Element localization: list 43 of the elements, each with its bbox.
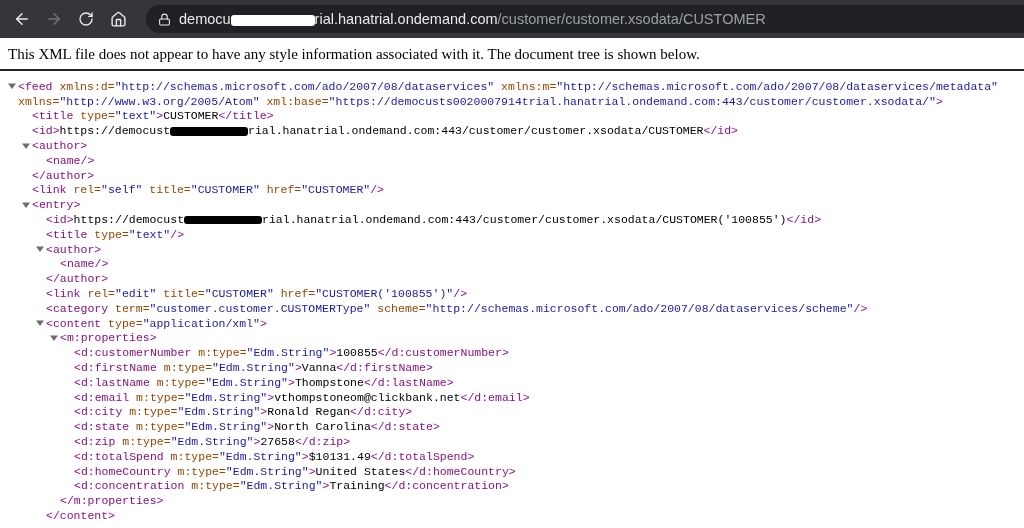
xml-line: <category term="customer.customer.CUSTOMERType" scheme="http://schemas.microsoft.com/ado/2007/08/dataservices/scheme"/> bbox=[46, 301, 868, 315]
expanded-triangle-icon[interactable] bbox=[36, 319, 44, 328]
xml-line: <d:lastName m:type="Edm.String">Thompstone</d:lastName> bbox=[74, 375, 454, 389]
xml-line: </content> bbox=[46, 509, 115, 522]
xml-line: <entry> bbox=[32, 198, 81, 212]
xml-line: <d:email m:type="Edm.String">vthompstoneom@clickbank.net</d:email> bbox=[74, 390, 530, 404]
xml-line: <content type="application/xml"> bbox=[46, 316, 267, 330]
house-icon bbox=[109, 10, 127, 28]
xml-line: xmlns="http://www.w3.org/2005/Atom" xml:base="https://democusts0020007914trial.hanatrial.ondemand.com:443/customer/customer.xsodata/"> bbox=[18, 94, 943, 108]
xml-line: <link rel="edit" title="CUSTOMER" href="CUSTOMER('100855')"/> bbox=[46, 287, 468, 301]
xml-line: <id>https://democust rial.hanatrial.ondemand.com:443/customer/customer.xsodata/CUSTOMER('100855')</id> bbox=[46, 213, 822, 227]
xml-line: <d:city m:type="Edm.String">Ronald Regan</d:city> bbox=[74, 405, 413, 419]
xml-line: <author> bbox=[32, 139, 88, 153]
xml-line: <id>https://democust rial.hanatrial.ondemand.com:443/customer/customer.xsodata/CUSTOMER</id> bbox=[32, 124, 739, 138]
xml-line: <d:totalSpend m:type="Edm.String">$10131.49</d:totalSpend> bbox=[74, 449, 475, 463]
expanded-triangle-icon[interactable] bbox=[22, 141, 30, 150]
xml-line: <author> bbox=[46, 242, 102, 256]
xml-line: </author> bbox=[32, 168, 95, 182]
xml-line: <d:concentration m:type="Edm.String">Training</d:concentration> bbox=[74, 479, 509, 493]
notice-text: This XML file does not appear to have any style information associated with it. The document tree is shown below. bbox=[8, 46, 700, 63]
xml-line: <m:properties> bbox=[60, 331, 157, 345]
address-bar[interactable]: democu rial.hanatrial.ondemand.com/customer/customer.xsodata/CUSTOMER bbox=[146, 5, 1024, 33]
xml-line: <title type="text"/> bbox=[46, 227, 185, 241]
expanded-triangle-icon[interactable] bbox=[36, 245, 44, 254]
xml-line: <name/> bbox=[46, 153, 95, 167]
xml-line: <link rel="self" title="CUSTOMER" href="CUSTOMER"/> bbox=[32, 183, 385, 197]
xml-line: <d:state m:type="Edm.String">North Carolina</d:state> bbox=[74, 420, 440, 434]
lock-icon bbox=[158, 12, 171, 26]
xml-line: <d:homeCountry m:type="Edm.String">United States</d:homeCountry> bbox=[74, 464, 516, 478]
xml-line: <d:zip m:type="Edm.String">27658</d:zip> bbox=[74, 435, 351, 448]
xml-line: <d:customerNumber m:type="Edm.String">100855</d:customerNumber> bbox=[74, 346, 509, 360]
right-arrow-icon bbox=[45, 10, 63, 28]
url-text: democu rial.hanatrial.ondemand.com/customer/customer.xsodata/CUSTOMER bbox=[179, 11, 766, 27]
xml-line: </author> bbox=[46, 272, 109, 286]
expanded-triangle-icon[interactable] bbox=[22, 200, 30, 209]
expanded-triangle-icon[interactable] bbox=[8, 82, 16, 91]
xml-line: <name/> bbox=[60, 257, 109, 271]
xml-line: <d:firstName m:type="Edm.String">Vanna</d:firstName> bbox=[74, 361, 433, 375]
reload-icon bbox=[78, 11, 94, 27]
xml-line: <feed xmlns:d="http://schemas.microsoft.com/ado/2007/08/dataservices" xmlns:m="http://schemas.microsoft.com/ado/2007/08/dataservices/metadata" bbox=[18, 79, 998, 93]
expanded-triangle-icon[interactable] bbox=[50, 333, 58, 342]
xml-line: </m:properties> bbox=[60, 494, 164, 508]
xml-line: <title type="text">CUSTOMER</title> bbox=[32, 109, 274, 123]
